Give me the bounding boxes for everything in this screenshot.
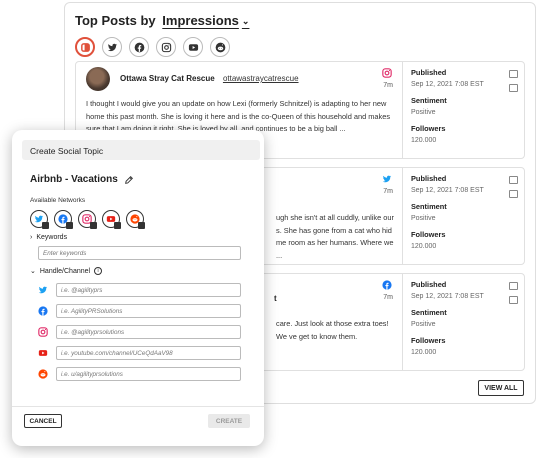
twitter-icon [382,175,392,183]
account-handle-link[interactable]: ottawastraycatrescue [223,74,299,83]
filter-reddit[interactable] [210,37,230,57]
instagram-icon [38,327,48,337]
checked-badge [66,222,73,229]
filter-instagram[interactable] [156,37,176,57]
followers-label: Followers [411,230,446,239]
video-icon[interactable] [509,190,518,198]
video-icon[interactable] [509,296,518,304]
available-networks-row [30,210,145,229]
published-value: Sep 12, 2021 7:08 EST [411,81,484,88]
post-meta: Published Sep 12, 2021 7:08 EST Sentimen… [402,274,526,370]
instagram-icon [161,42,171,52]
account-name: Ottawa Stray Cat Rescue [120,74,215,83]
sentiment-value: Positive [411,109,436,116]
youtube-icon [188,43,198,51]
all-networks-icon [80,42,90,52]
followers-label: Followers [411,124,446,133]
toggle-twitter[interactable] [30,210,49,229]
panel-title-prefix: Top Posts by [75,13,156,28]
reddit-icon [215,42,225,52]
metric-dropdown[interactable]: Impressions ⌄ [162,13,249,28]
keywords-label: Keywords [36,234,68,241]
filter-all-networks[interactable] [75,37,95,57]
topic-name: Airbnb - Vacations [30,174,134,185]
account-name: t [274,294,277,303]
post-account: Ottawa Stray Cat Rescue ottawastraycatre… [120,74,299,83]
video-icon[interactable] [509,84,518,92]
youtube-icon [38,350,48,356]
post-age: 7m [383,188,393,195]
modal-divider [12,406,264,407]
published-label: Published [411,68,447,77]
handle-section-toggle[interactable]: ⌄ Handle/Channel i [30,267,103,275]
toggle-reddit[interactable] [126,210,145,229]
image-icon[interactable] [509,70,518,78]
facebook-icon [134,42,144,52]
post-meta: Published Sep 12, 2021 7:08 EST Sentimen… [402,62,526,158]
facebook-icon [382,280,392,290]
checked-badge [114,222,121,229]
available-networks-label: Available Networks [30,197,86,204]
instagram-icon [382,68,392,78]
post-age: 7m [383,82,393,89]
metric-label: Impressions [162,13,239,28]
sentiment-value: Positive [411,321,436,328]
post-text: care. Just look at those extra toes! We … [276,319,389,341]
toggle-facebook[interactable] [54,210,73,229]
published-value: Sep 12, 2021 7:08 EST [411,293,484,300]
view-all-button[interactable]: VIEW ALL [478,380,524,396]
post-text: ugh she isn't at all cuddly, unlike our … [276,213,394,260]
post-age: 7m [383,294,393,301]
modal-title: Create Social Topic [22,140,260,160]
reddit-handle-input[interactable]: i.e. u/agilityprsolutions [56,367,241,381]
filter-youtube[interactable] [183,37,203,57]
followers-value: 120.000 [411,349,437,356]
image-icon[interactable] [509,282,518,290]
facebook-handle-input[interactable]: i.e. AgilityPRSolutions [56,304,241,318]
instagram-handle-input[interactable]: i.e. @agilityprsolutions [56,325,241,339]
image-icon[interactable] [509,176,518,184]
post-meta: Published Sep 12, 2021 7:08 EST Sentimen… [402,168,526,264]
handle-label: Handle/Channel [39,267,91,275]
published-label: Published [411,280,447,289]
chevron-right-icon: › [30,234,33,241]
keywords-input[interactable]: Enter keywords [38,246,241,260]
chevron-down-icon: ⌄ [241,16,250,26]
checked-badge [42,222,49,229]
followers-value: 120.000 [411,243,437,250]
network-filter-row [75,37,230,57]
app-stage: Top Posts by Impressions ⌄ Ottawa Stray … [0,0,538,458]
twitter-icon [38,286,48,294]
facebook-icon [38,306,48,316]
toggle-youtube[interactable] [102,210,121,229]
checked-badge [138,222,145,229]
avatar [86,67,110,91]
sentiment-label: Sentiment [411,96,447,105]
twitter-handle-input[interactable]: i.e. @agilityprs [56,283,241,297]
post-account: t [274,294,277,303]
twitter-icon [107,43,117,51]
followers-label: Followers [411,336,446,345]
published-label: Published [411,174,447,183]
filter-twitter[interactable] [102,37,122,57]
keywords-section-toggle[interactable]: › Keywords [30,234,67,241]
reddit-icon [38,369,48,379]
cancel-button[interactable]: CANCEL [24,414,62,428]
sentiment-label: Sentiment [411,308,447,317]
sentiment-value: Positive [411,215,436,222]
checked-badge [90,222,97,229]
pencil-icon[interactable] [124,175,134,185]
filter-facebook[interactable] [129,37,149,57]
toggle-instagram[interactable] [78,210,97,229]
panel-title: Top Posts by Impressions ⌄ [75,13,249,28]
sentiment-label: Sentiment [411,202,447,211]
followers-value: 120.000 [411,137,437,144]
create-button[interactable]: CREATE [208,414,250,428]
youtube-channel-input[interactable]: i.e. youtube.com/channel/UCeQdAaV98 [56,346,241,360]
published-value: Sep 12, 2021 7:08 EST [411,187,484,194]
chevron-down-icon: ⌄ [30,268,36,275]
topic-name-text: Airbnb - Vacations [30,174,118,185]
create-social-topic-modal: Create Social Topic Airbnb - Vacations A… [12,130,264,446]
info-icon[interactable]: i [94,267,103,275]
